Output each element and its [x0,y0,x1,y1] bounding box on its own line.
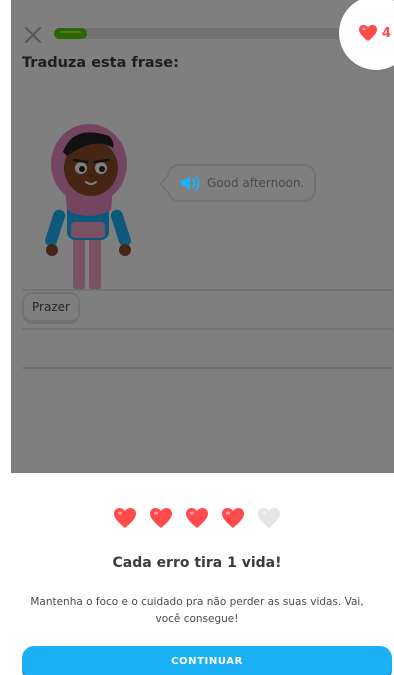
heart-icon [113,507,137,529]
close-icon [24,26,42,44]
word-chip-prazer[interactable]: Prazer [22,292,80,324]
sheet-body: Mantenha o foco e o cuidado pra não perd… [30,596,364,625]
prompt-title: Traduza esta frase: [22,55,179,71]
answer-line-1 [22,289,393,291]
answer-line-3 [22,367,393,369]
heart-empty-icon [257,507,281,529]
answer-line-2 [22,328,393,330]
hearts-row [0,507,394,529]
lesson-progress-bar [54,28,354,39]
left-edge-strip [0,0,11,473]
character-illustration [43,118,133,290]
lesson-progress-fill [54,28,87,39]
heart-icon [359,24,377,42]
speech-bubble[interactable]: Good afternoon. [167,164,317,202]
lesson-screen: Traduza esta frase: Good afternoon. Praz… [11,0,394,473]
bubble-sentence: Good afternoon. [207,176,305,190]
hearts-count: 4 [382,25,392,41]
close-button[interactable] [24,26,42,44]
hearts-info-sheet: Cada erro tira 1 vida! Mantenha o foco e… [0,473,394,675]
continue-button[interactable]: CONTINUAR [22,646,392,675]
speaker-icon[interactable] [179,174,201,192]
heart-icon [149,507,173,529]
sheet-title: Cada erro tira 1 vida! [112,555,282,571]
heart-icon [185,507,209,529]
heart-icon [221,507,245,529]
